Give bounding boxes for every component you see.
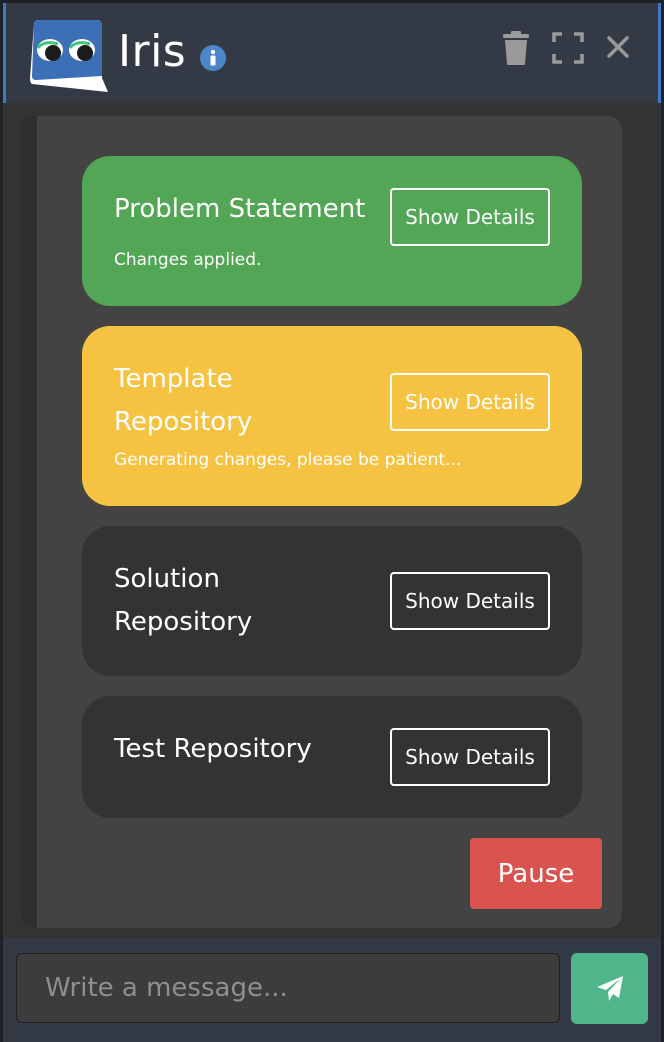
show-details-button[interactable]: Show Details <box>390 572 550 630</box>
show-details-button[interactable]: Show Details <box>390 188 550 246</box>
paper-plane-icon <box>596 975 623 1001</box>
clear-chat-button[interactable] <box>499 30 533 66</box>
info-circle-icon[interactable] <box>199 44 227 72</box>
send-button[interactable] <box>571 953 648 1024</box>
iris-chat-window: Iris Problem Statement Changes applied. … <box>0 0 664 1042</box>
stage-title: Test Repository <box>114 734 312 764</box>
chat-area-shadow <box>21 116 37 928</box>
fullscreen-button[interactable] <box>551 30 585 66</box>
show-details-button[interactable]: Show Details <box>390 373 550 431</box>
pause-button[interactable]: Pause <box>470 838 602 909</box>
message-input[interactable] <box>16 953 560 1023</box>
chat-title: Iris <box>118 26 187 77</box>
expand-icon <box>552 32 584 64</box>
show-details-button[interactable]: Show Details <box>390 728 550 786</box>
close-button[interactable] <box>601 30 635 66</box>
trash-icon <box>503 31 529 65</box>
stage-card-problem-statement: Problem Statement Changes applied. Show … <box>82 156 582 306</box>
stage-card-test-repository: Test Repository Show Details <box>82 696 582 818</box>
stage-card-template-repository: Template Repository Generating changes, … <box>82 326 582 506</box>
stage-title: Template Repository <box>114 364 253 437</box>
stage-title: Solution Repository <box>114 564 253 637</box>
header-accent-left <box>3 3 6 103</box>
stage-card-solution-repository: Solution Repository Show Details <box>82 526 582 676</box>
stage-title: Problem Statement <box>114 194 366 224</box>
iris-logo <box>28 20 108 94</box>
window-border-left <box>0 0 3 1042</box>
stage-status: Changes applied. <box>114 250 262 270</box>
stage-status: Generating changes, please be patient... <box>114 450 462 470</box>
close-icon <box>607 36 629 58</box>
